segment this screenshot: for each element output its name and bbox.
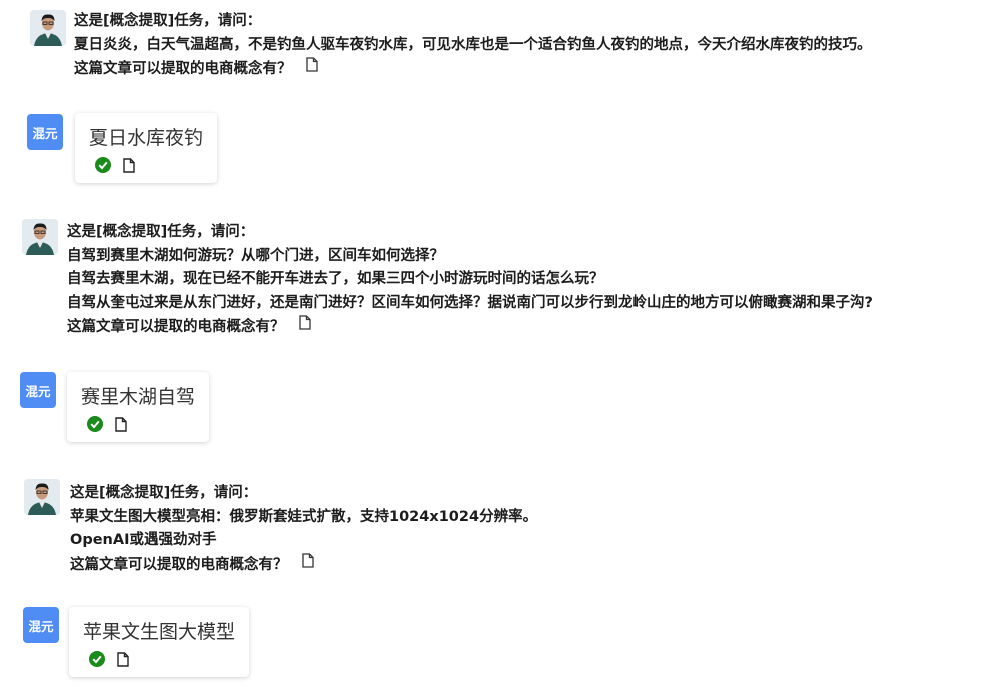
copy-icon[interactable] (115, 416, 127, 432)
question-line: 这篇文章可以提取的电商概念有？ (70, 556, 288, 573)
bot-reply-card: 夏日水库夜钓 (75, 113, 218, 183)
bot-answer: 夏日水库夜钓 (89, 127, 204, 149)
question-line: 这篇文章可以提取的电商概念有？ (67, 318, 285, 335)
user-avatar (30, 10, 66, 46)
question-line: 这是[概念提取]任务，请问： (74, 13, 262, 29)
user-message: 这是[概念提取]任务，请问： 苹果文生图大模型亮相：俄罗斯套娃式扩散，支持102… (70, 482, 537, 577)
user-message: 这是[概念提取]任务，请问： 自驾到赛里木湖如何游玩？从哪个门进，区间车如何选择… (67, 221, 873, 339)
question-line: 这是[概念提取]任务，请问： (67, 224, 255, 240)
question-line: 自驾从奎屯过来是从东门进好，还是南门进好？区间车如何选择？据说南门可以步行到龙岭… (67, 294, 873, 311)
bot-badge: 混元 (20, 372, 56, 408)
question-line: 自驾到赛里木湖如何游玩？从哪个门进，区间车如何选择？ (67, 247, 444, 264)
question-line: 这篇文章可以提取的电商概念有？ (74, 60, 292, 77)
user-avatar (24, 479, 60, 515)
copy-icon[interactable] (298, 315, 311, 339)
copy-icon[interactable] (123, 157, 135, 173)
question-line: 夏日炎炎，白天气温超高，不是钓鱼人驱车夜钓水库，可见水库也是一个适合钓鱼人夜钓的… (74, 36, 872, 53)
question-line: 苹果文生图大模型亮相：俄罗斯套娃式扩散，支持1024x1024分辨率。 (70, 508, 538, 525)
copy-icon[interactable] (305, 57, 318, 81)
question-line: OpenAI或遇强劲对手 (70, 532, 217, 548)
check-icon[interactable] (95, 157, 111, 173)
user-message: 这是[概念提取]任务，请问： 夏日炎炎，白天气温超高，不是钓鱼人驱车夜钓水库，可… (74, 10, 872, 81)
bot-answer: 苹果文生图大模型 (83, 621, 236, 643)
check-icon[interactable] (89, 651, 105, 667)
bot-reply-card: 赛里木湖自驾 (67, 372, 210, 442)
question-line: 自驾去赛里木湖，现在已经不能开车进去了，如果三四个小时游玩时间的话怎么玩？ (67, 271, 604, 287)
bot-answer: 赛里木湖自驾 (81, 386, 196, 408)
question-line: 这是[概念提取]任务，请问： (70, 485, 258, 501)
user-avatar (22, 219, 58, 255)
bot-reply-card: 苹果文生图大模型 (69, 607, 250, 677)
check-icon[interactable] (87, 416, 103, 432)
copy-icon[interactable] (117, 651, 129, 667)
bot-badge: 混元 (27, 114, 63, 150)
bot-badge: 混元 (23, 607, 59, 643)
copy-icon[interactable] (301, 552, 314, 577)
